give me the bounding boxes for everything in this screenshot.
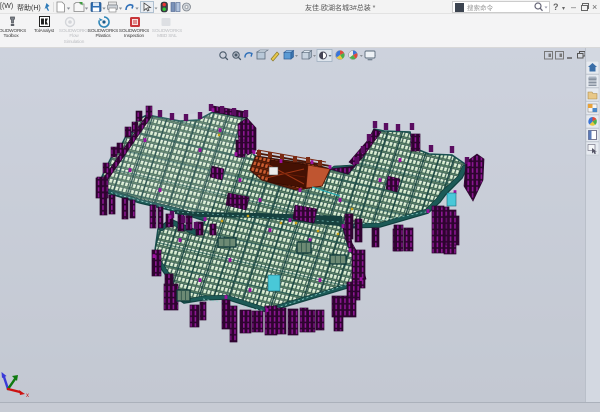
svg-text:x: x (26, 393, 29, 399)
